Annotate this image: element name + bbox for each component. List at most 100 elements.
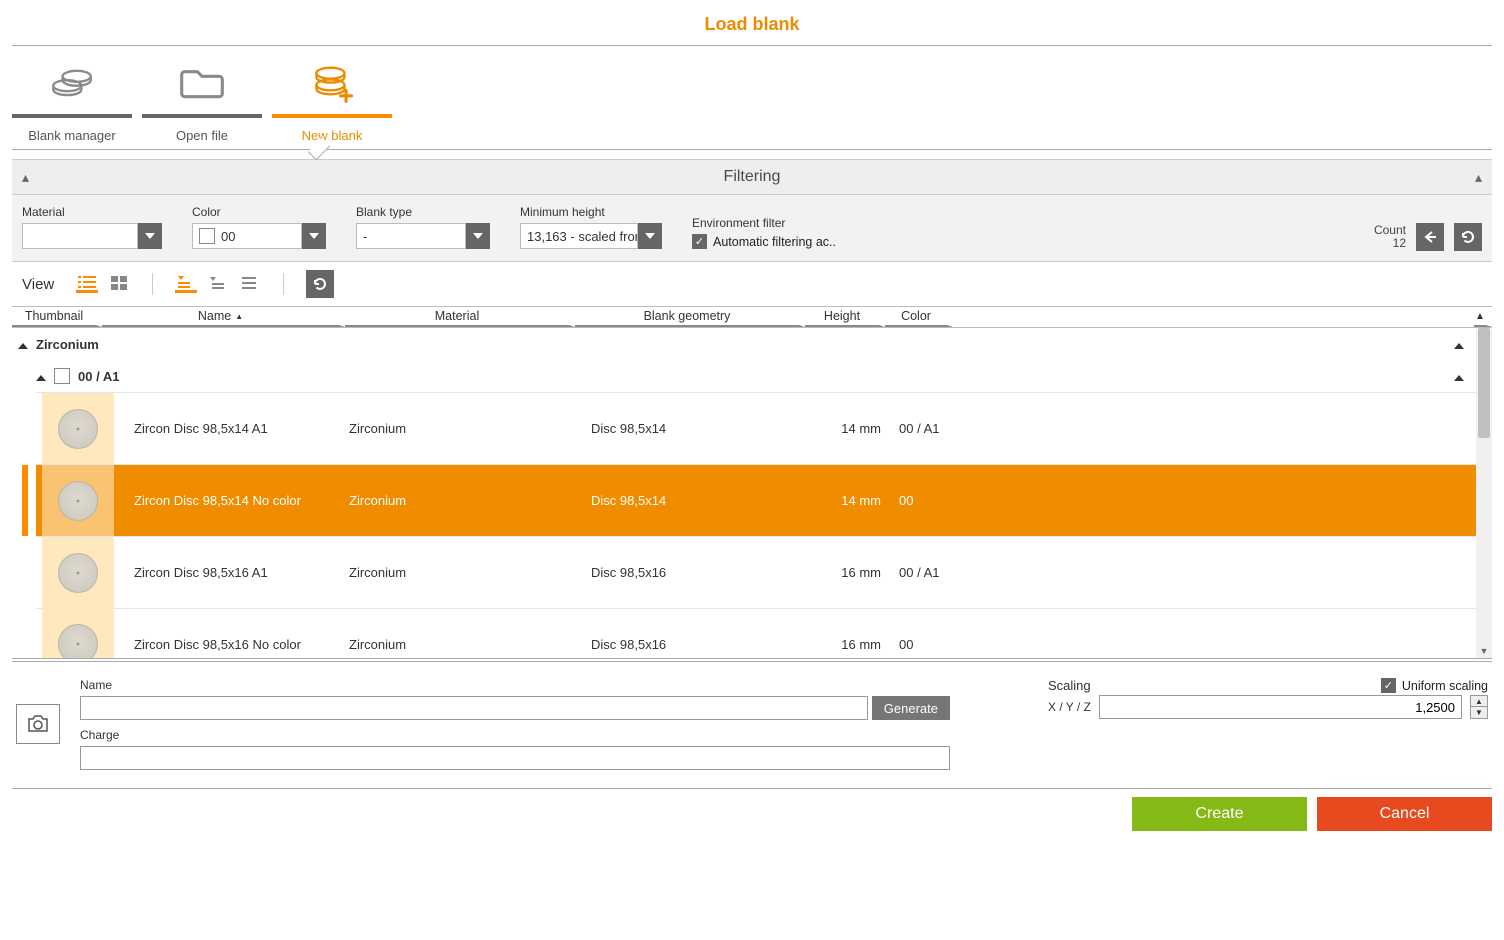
group-row-material[interactable]: Zirconium bbox=[12, 328, 1492, 360]
name-input[interactable] bbox=[80, 696, 868, 720]
chevron-up-icon bbox=[1454, 369, 1464, 384]
thumbnail bbox=[42, 393, 114, 465]
color-dropdown-button[interactable] bbox=[302, 223, 326, 249]
group-row-color[interactable]: 00 / A1 bbox=[12, 360, 1492, 392]
cell-geometry: Disc 98,5x14 bbox=[579, 493, 809, 508]
table-row[interactable]: Zircon Disc 98,5x14 A1 Zirconium Disc 98… bbox=[36, 392, 1492, 464]
checkmark-icon: ✓ bbox=[692, 234, 707, 249]
vertical-scrollbar[interactable]: ▼ bbox=[1476, 328, 1492, 658]
new-blank-icon bbox=[307, 56, 357, 106]
cell-name: Zircon Disc 98,5x14 No color bbox=[114, 493, 349, 508]
table-row[interactable]: Zircon Disc 98,5x14 No color Zirconium D… bbox=[36, 464, 1492, 536]
view-toolbar: View bbox=[12, 262, 1492, 306]
cell-name: Zircon Disc 98,5x16 No color bbox=[114, 637, 349, 652]
blank-manager-icon bbox=[47, 56, 97, 106]
scrollbar-thumb[interactable] bbox=[1478, 328, 1490, 438]
cell-material: Zirconium bbox=[349, 421, 579, 436]
min-height-select[interactable]: 13,163 - scaled from bbox=[520, 223, 638, 249]
scaling-input[interactable] bbox=[1099, 695, 1462, 719]
table-row[interactable]: Zircon Disc 98,5x16 No color Zirconium D… bbox=[36, 608, 1492, 658]
cell-height: 14 mm bbox=[809, 421, 889, 436]
refresh-view-button[interactable] bbox=[306, 270, 334, 298]
blank-type-select[interactable]: - bbox=[356, 223, 466, 249]
group-color-label: 00 / A1 bbox=[78, 369, 119, 384]
scaling-spinner[interactable]: ▲ ▼ bbox=[1470, 695, 1488, 719]
filter-color: Color 00 bbox=[192, 205, 326, 249]
filtering-header[interactable]: ▴ Filtering ▴ bbox=[12, 159, 1492, 195]
tab-label-blank-manager: Blank manager bbox=[28, 128, 115, 143]
tab-label-open-file: Open file bbox=[176, 128, 228, 143]
scaling-label: Scaling bbox=[1048, 678, 1091, 693]
charge-input[interactable] bbox=[80, 746, 950, 770]
material-dropdown-button[interactable] bbox=[138, 223, 162, 249]
cell-geometry: Disc 98,5x16 bbox=[579, 637, 809, 652]
count-value: 12 bbox=[1374, 237, 1406, 250]
generate-button[interactable]: Generate bbox=[872, 696, 950, 720]
camera-icon bbox=[26, 714, 50, 734]
table-body: Zirconium 00 / A1 Zircon Disc 98,5x14 A1… bbox=[12, 328, 1492, 658]
auto-filtering-checkbox[interactable]: ✓ Automatic filtering ac.. bbox=[692, 234, 836, 249]
arrow-back-icon bbox=[1422, 230, 1438, 244]
cell-color: 00 bbox=[889, 493, 959, 508]
uniform-scaling-checkbox[interactable]: ✓ Uniform scaling bbox=[1381, 678, 1488, 693]
filter-blank-type: Blank type - bbox=[356, 205, 490, 249]
blank-type-label: Blank type bbox=[356, 205, 490, 219]
refresh-icon bbox=[312, 276, 328, 292]
footer: Create Cancel bbox=[12, 788, 1492, 831]
material-select[interactable] bbox=[22, 223, 138, 249]
reset-button[interactable] bbox=[1454, 223, 1482, 251]
tab-blank-manager[interactable]: Blank manager bbox=[12, 50, 132, 143]
cell-name: Zircon Disc 98,5x14 A1 bbox=[114, 421, 349, 436]
image-capture-button[interactable] bbox=[16, 704, 60, 744]
col-height[interactable]: Height bbox=[805, 307, 885, 327]
min-height-dropdown-button[interactable] bbox=[638, 223, 662, 249]
chevron-up-icon bbox=[1454, 337, 1464, 352]
filter-environment: Environment filter ✓ Automatic filtering… bbox=[692, 216, 836, 249]
chevron-up-icon: ▴ bbox=[1475, 169, 1482, 186]
xyz-label: X / Y / Z bbox=[1048, 700, 1091, 714]
main-tabs: Blank manager Open file New blank bbox=[12, 46, 1492, 143]
count-block: Count 12 bbox=[1374, 223, 1482, 251]
tab-new-blank[interactable]: New blank bbox=[272, 50, 392, 143]
create-button[interactable]: Create bbox=[1132, 797, 1307, 831]
spinner-up-icon[interactable]: ▲ bbox=[1471, 696, 1487, 707]
col-name[interactable]: Name▲ bbox=[102, 307, 345, 327]
table-row[interactable]: Zircon Disc 98,5x16 A1 Zirconium Disc 98… bbox=[36, 536, 1492, 608]
env-filter-label: Environment filter bbox=[692, 216, 836, 230]
cell-name: Zircon Disc 98,5x16 A1 bbox=[114, 565, 349, 580]
group-icon-2[interactable] bbox=[207, 275, 229, 293]
cancel-button[interactable]: Cancel bbox=[1317, 797, 1492, 831]
cell-color: 00 / A1 bbox=[889, 421, 959, 436]
col-color[interactable]: Color bbox=[885, 307, 953, 327]
view-list-icon[interactable] bbox=[76, 275, 98, 293]
group-icon-1[interactable] bbox=[175, 275, 197, 293]
spinner-down-icon[interactable]: ▼ bbox=[1471, 707, 1487, 718]
filtering-body: Material Color 00 Blank type - Minimum h… bbox=[12, 195, 1492, 262]
view-grid-icon[interactable] bbox=[108, 275, 130, 293]
disc-icon bbox=[58, 624, 98, 658]
material-label: Material bbox=[22, 205, 162, 219]
table-header: Thumbnail Name▲ Material Blank geometry … bbox=[12, 306, 1492, 328]
blank-type-dropdown-button[interactable] bbox=[466, 223, 490, 249]
col-material[interactable]: Material bbox=[345, 307, 575, 327]
folder-icon bbox=[177, 56, 227, 106]
name-label: Name bbox=[80, 678, 950, 692]
col-thumbnail[interactable]: Thumbnail bbox=[12, 307, 102, 327]
min-height-label: Minimum height bbox=[520, 205, 662, 219]
scroll-up-icon[interactable]: ▲ bbox=[1474, 307, 1492, 327]
color-label: Color bbox=[192, 205, 326, 219]
tab-open-file[interactable]: Open file bbox=[142, 50, 262, 143]
color-select[interactable]: 00 bbox=[192, 223, 302, 249]
col-geometry[interactable]: Blank geometry bbox=[575, 307, 805, 327]
back-button[interactable] bbox=[1416, 223, 1444, 251]
cell-geometry: Disc 98,5x14 bbox=[579, 421, 809, 436]
scroll-down-icon[interactable]: ▼ bbox=[1476, 646, 1492, 656]
cell-color: 00 / A1 bbox=[889, 565, 959, 580]
chevron-up-icon: ▴ bbox=[22, 169, 29, 186]
tab-label-new-blank: New blank bbox=[302, 128, 363, 143]
filtering-title: Filtering bbox=[724, 168, 781, 186]
filter-min-height: Minimum height 13,163 - scaled from bbox=[520, 205, 662, 249]
disc-icon bbox=[58, 481, 98, 521]
color-swatch-icon bbox=[54, 368, 70, 384]
group-icon-3[interactable] bbox=[239, 275, 261, 293]
